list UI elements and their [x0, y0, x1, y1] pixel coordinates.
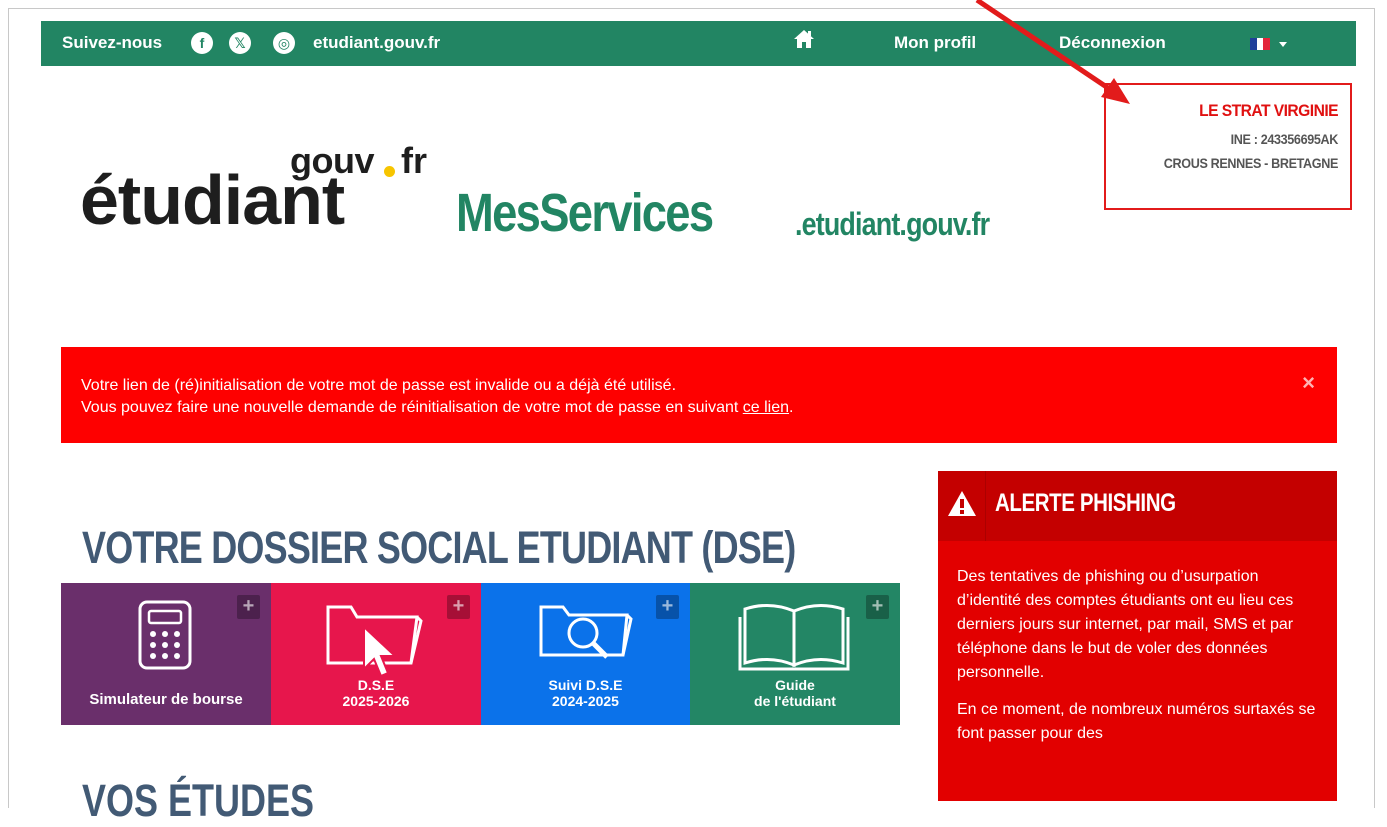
header-divider — [985, 471, 986, 541]
phishing-paragraph-1: Des tentatives de phishing ou d’usurpati… — [957, 568, 1294, 681]
alert-line-2-text: Vous pouvez faire une nouvelle demande d… — [81, 399, 743, 416]
phishing-header: ALERTE PHISHING — [938, 471, 1337, 541]
studies-section-title: VOS ÉTUDES — [82, 775, 315, 826]
close-icon[interactable]: × — [1302, 372, 1315, 394]
logo-dot — [384, 166, 395, 177]
user-ine: INE : 243356695AK — [1230, 131, 1339, 147]
alert-line-2: Vous pouvez faire une nouvelle demande d… — [81, 397, 1337, 419]
tile-label-line-1: D.S.E — [357, 677, 395, 693]
annotation-arrow — [975, 0, 1130, 104]
error-alert: Votre lien de (ré)initialisation de votr… — [61, 347, 1337, 443]
phishing-paragraph-2: En ce moment, de nombreux numéros surtax… — [957, 701, 1316, 742]
tile-label: D.S.E 2025-2026 — [271, 677, 481, 709]
tile-guide-etudiant[interactable]: + Guide de l'étudiant — [690, 583, 900, 725]
phishing-body: Des tentatives de phishing ou d’usurpati… — [938, 541, 1337, 746]
phishing-title: ALERTE PHISHING — [995, 489, 1176, 517]
alert-line-1: Votre lien de (ré)initialisation de votr… — [81, 377, 677, 394]
alert-line-2-end: . — [789, 399, 794, 416]
tile-label-line-2: 2024-2025 — [552, 693, 619, 709]
tile-label-line-2: de l'étudiant — [754, 693, 836, 709]
dse-section-title: VOTRE DOSSIER SOCIAL ETUDIANT (DSE) — [82, 522, 796, 573]
logo-messervices-text: MesServices — [456, 183, 714, 243]
warning-icon — [948, 491, 976, 516]
logo-domain-text: .etudiant.gouv.fr — [795, 206, 990, 242]
tile-simulateur-bourse[interactable]: + Simulateur de bourse — [61, 583, 271, 725]
tile-label: Simulateur de bourse — [89, 691, 243, 708]
user-crous: CROUS RENNES - BRETAGNE — [1163, 155, 1339, 171]
tile-label-line-1: Suivi D.S.E — [548, 677, 623, 693]
logo-fr-text: fr — [401, 140, 427, 181]
reset-password-link[interactable]: ce lien — [743, 399, 789, 416]
tile-label-line-1: Guide — [775, 677, 815, 693]
tile-label: Guide de l'étudiant — [690, 677, 900, 709]
tile-label: Suivi D.S.E 2024-2025 — [481, 677, 690, 709]
tile-label-line-2: 2025-2026 — [342, 693, 410, 709]
tile-dse-2025-2026[interactable]: + D.S.E 2025-2026 — [271, 583, 481, 725]
tile-suivi-dse[interactable]: + Suivi D.S.E 2024-2025 — [481, 583, 690, 725]
logo-etudiant-text: étudiant — [80, 161, 345, 239]
dse-tiles: + Simulateur de bourse + D.S.E 2025-2026 … — [61, 583, 900, 725]
phishing-alert-panel: ALERTE PHISHING Des tentatives de phishi… — [938, 471, 1337, 801]
